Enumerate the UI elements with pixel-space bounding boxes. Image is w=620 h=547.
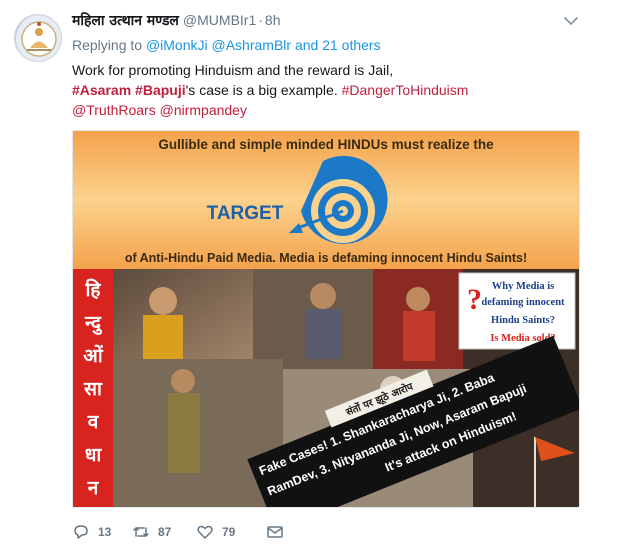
hindi-char-7: न xyxy=(87,477,100,499)
tweet-header: महिला उत्थान मण्डल @MUMBIr1 · 8h xyxy=(72,11,281,31)
direct-message-button[interactable] xyxy=(266,523,296,541)
question-mark-icon: ? xyxy=(467,283,482,316)
poster-bottom-text: of Anti-Hindu Paid Media. Media is defam… xyxy=(125,251,527,265)
author-name[interactable]: महिला उत्थान मण्डल xyxy=(72,11,179,30)
reply-mention-ashramblr[interactable]: @AshramBlr xyxy=(212,37,292,53)
chevron-down-icon[interactable] xyxy=(562,12,580,30)
timestamp[interactable]: 8h xyxy=(265,12,281,28)
hindi-char-2: न्दु xyxy=(84,312,103,335)
hashtag-bapuji[interactable]: #Bapuji xyxy=(135,82,186,98)
hashtag-dangertohinduism[interactable]: #DangerToHinduism xyxy=(342,82,469,98)
tweet: महिला उत्थान मण्डल @MUMBIr1 · 8h Replyin… xyxy=(0,0,620,547)
media-image: Gullible and simple minded HINDUs must r… xyxy=(73,131,579,507)
like-count: 79 xyxy=(222,525,236,539)
message-icon xyxy=(267,526,283,538)
tweet-text: Work for promoting Hinduism and the rewa… xyxy=(72,60,592,120)
separator: · xyxy=(258,12,263,28)
tweet-line-2: #Asaram #Bapuji's case is a big example.… xyxy=(72,80,592,100)
like-button[interactable]: 79 xyxy=(196,523,266,541)
tweet-media[interactable]: Gullible and simple minded HINDUs must r… xyxy=(72,130,580,508)
reply-count: 13 xyxy=(98,525,112,539)
tweet-line-3: @TruthRoars @nirmpandey xyxy=(72,100,592,120)
poster-top-text: Gullible and simple minded HINDUs must r… xyxy=(158,137,494,152)
retweet-count: 87 xyxy=(158,525,172,539)
replying-to: Replying to @iMonkJi @AshramBlr and 21 o… xyxy=(72,37,381,53)
reply-mention-imonkji[interactable]: @iMonkJi xyxy=(146,37,208,53)
hashtag-asaram[interactable]: #Asaram xyxy=(72,82,131,98)
hindi-char-5: व xyxy=(87,411,100,433)
mention-nirmpandey[interactable]: @nirmpandey xyxy=(160,102,247,118)
tweet-line-2-text: 's case is a big example. xyxy=(185,82,338,98)
tweet-line-1: Work for promoting Hinduism and the rewa… xyxy=(72,62,394,78)
tweet-actions: 13 87 79 xyxy=(72,521,296,543)
reply-others-link[interactable]: and 21 others xyxy=(295,37,381,53)
question-line-1: Why Media is xyxy=(492,281,554,292)
hindi-char-1: हि xyxy=(84,278,101,301)
retweet-icon xyxy=(133,527,149,537)
hindi-char-4: सा xyxy=(83,378,103,400)
author-handle[interactable]: @MUMBIr1 xyxy=(183,12,256,28)
avatar-image xyxy=(16,16,61,61)
target-label: TARGET xyxy=(207,203,284,224)
mention-truthroars[interactable]: @TruthRoars xyxy=(72,102,156,118)
reply-button[interactable]: 13 xyxy=(72,523,132,541)
avatar[interactable] xyxy=(14,14,62,62)
question-line-2: defaming innocent xyxy=(481,297,565,308)
question-line-3: Hindu Saints? xyxy=(491,315,555,326)
reply-prefix: Replying to xyxy=(72,37,143,53)
hindi-char-6: धा xyxy=(85,444,103,466)
hindi-char-3: ओं xyxy=(83,344,104,367)
like-icon xyxy=(197,525,213,539)
retweet-button[interactable]: 87 xyxy=(132,523,196,541)
reply-icon xyxy=(74,525,88,539)
